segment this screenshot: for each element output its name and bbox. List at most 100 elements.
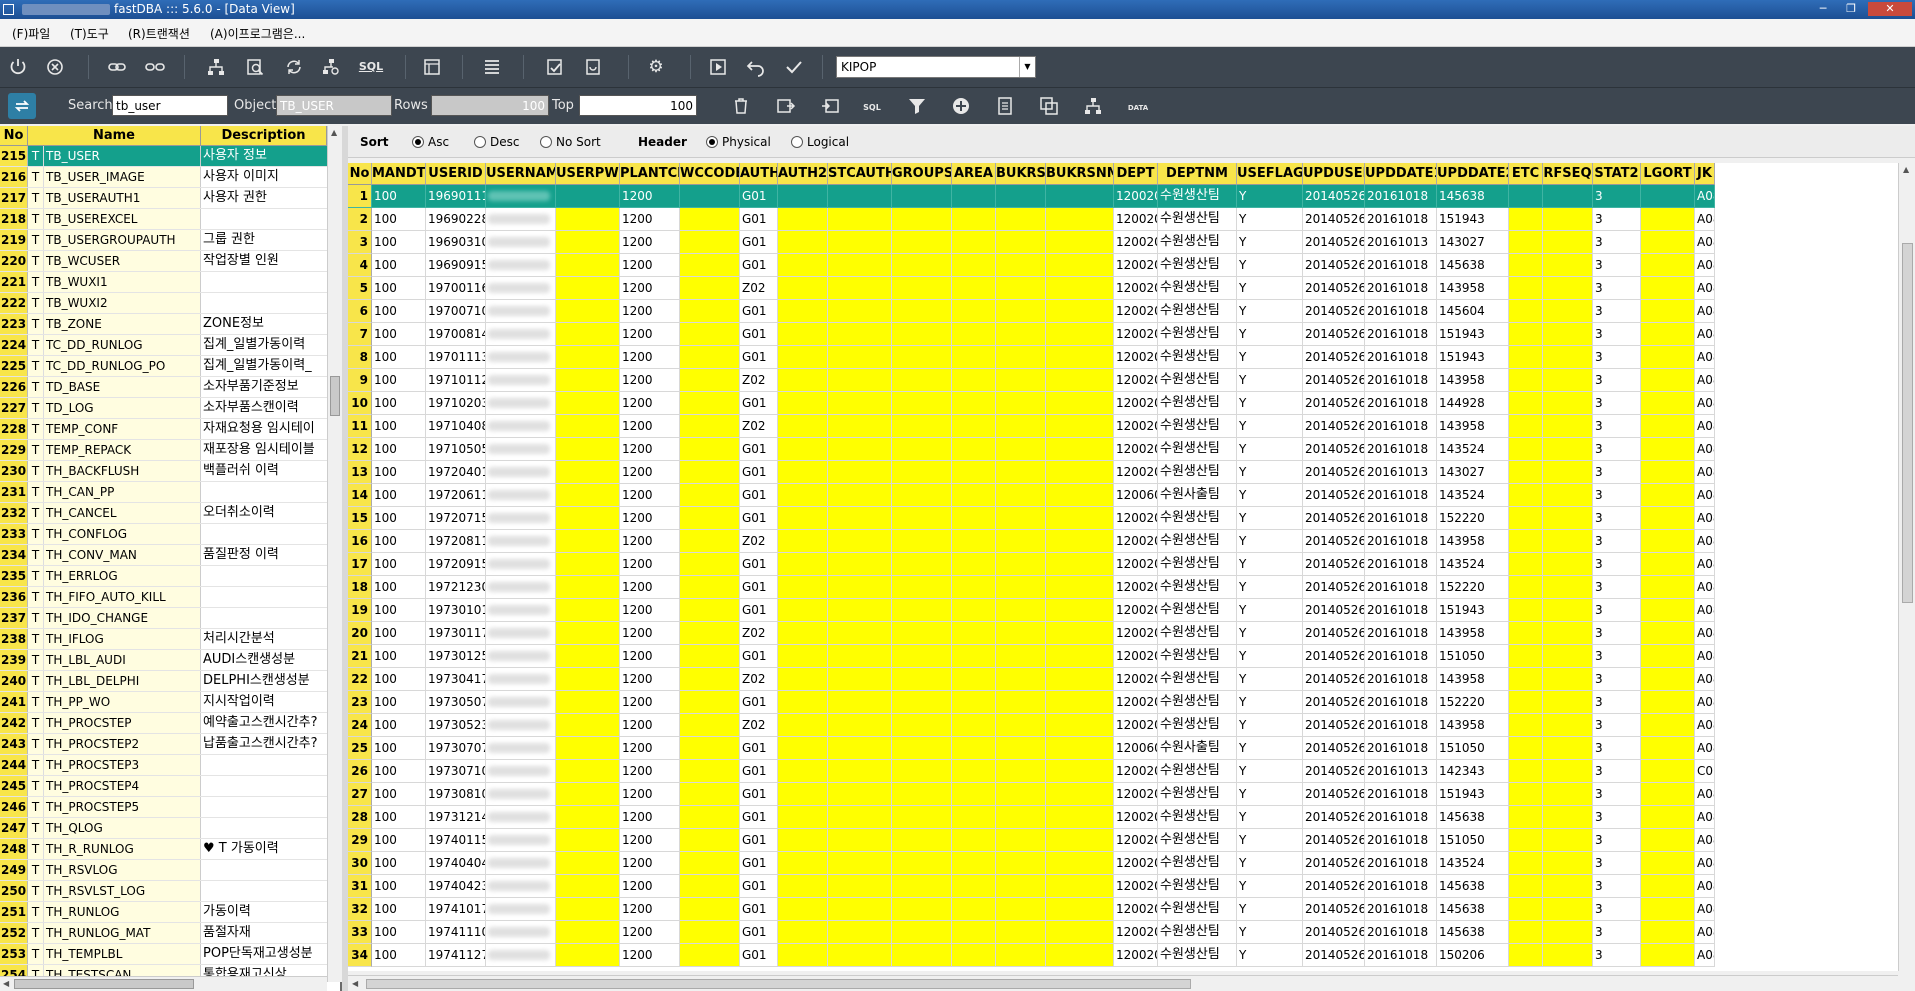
cell-username[interactable] [486, 484, 556, 507]
cell-deptnm[interactable]: 수원생산팀 [1158, 277, 1237, 300]
cell-auth2[interactable] [778, 369, 828, 392]
cell-wccode[interactable] [680, 438, 740, 461]
cell-upddate2[interactable]: 151943 [1437, 783, 1509, 806]
cell-bukrs[interactable] [996, 553, 1046, 576]
cell-userid[interactable]: 19690228 [426, 208, 486, 231]
cell-etc[interactable] [1509, 645, 1543, 668]
cell-bukrs[interactable] [996, 392, 1046, 415]
cell-stat2[interactable]: 3 [1593, 438, 1641, 461]
cell-userid[interactable]: 19741017 [426, 898, 486, 921]
cell-deptnm[interactable]: 수원생산팀 [1158, 461, 1237, 484]
cell-upddate2[interactable]: 151943 [1437, 346, 1509, 369]
cell-bukrs[interactable] [996, 898, 1046, 921]
cell-dept[interactable]: 120020 [1114, 208, 1158, 231]
table-row[interactable]: 239 T TH_LBL_AUDI AUDI스캔생성분 [0, 650, 327, 671]
cell-lgort[interactable] [1641, 438, 1695, 461]
cell-userpwd[interactable] [556, 415, 620, 438]
cell-dept[interactable]: 120020 [1114, 231, 1158, 254]
cell-userid[interactable]: 19730507 [426, 691, 486, 714]
cell-wccode[interactable] [680, 760, 740, 783]
cell-upddate2[interactable]: 142343 [1437, 760, 1509, 783]
cell-plantcd[interactable]: 1200 [620, 553, 680, 576]
table-row[interactable]: 242 T TH_PROCSTEP 예약출고스캔시간추? [0, 713, 327, 734]
cell-mandt[interactable]: 100 [372, 553, 426, 576]
cell-etc[interactable] [1509, 461, 1543, 484]
cell-auth[interactable]: G01 [740, 875, 778, 898]
cell-username[interactable] [486, 852, 556, 875]
cell-bukrsnm[interactable] [1046, 645, 1114, 668]
cell-upduser[interactable]: 20140526 [1303, 737, 1365, 760]
cell-mandt[interactable]: 100 [372, 944, 426, 967]
cell-bukrs[interactable] [996, 461, 1046, 484]
cell-rfseq[interactable] [1543, 760, 1593, 783]
table-row[interactable]: 218 T TB_USEREXCEL [0, 209, 327, 230]
cell-area[interactable] [952, 875, 996, 898]
cell-username[interactable] [486, 530, 556, 553]
cell-plantcd[interactable]: 1200 [620, 231, 680, 254]
cell-bukrsnm[interactable] [1046, 829, 1114, 852]
cell-wccode[interactable] [680, 622, 740, 645]
cell-username[interactable] [486, 829, 556, 852]
rows-input[interactable] [431, 95, 549, 116]
cell-area[interactable] [952, 714, 996, 737]
cell-groups[interactable] [892, 415, 952, 438]
link-icon[interactable] [104, 54, 130, 80]
cell-auth2[interactable] [778, 668, 828, 691]
cell-dept[interactable]: 120020 [1114, 392, 1158, 415]
cell-upddate2[interactable]: 145638 [1437, 254, 1509, 277]
cell-lgort[interactable] [1641, 783, 1695, 806]
cell-upduser[interactable]: 20140526 [1303, 530, 1365, 553]
cell-deptnm[interactable]: 수원생산팀 [1158, 875, 1237, 898]
unlink-icon[interactable] [142, 54, 168, 80]
cell-useflag[interactable]: Y [1237, 553, 1303, 576]
object-list-hscroll[interactable]: ◀ [0, 976, 327, 991]
cell-username[interactable] [486, 415, 556, 438]
cell-rfseq[interactable] [1543, 599, 1593, 622]
cell-upduser[interactable]: 20140526 [1303, 507, 1365, 530]
cell-stcauth[interactable] [828, 438, 892, 461]
col-header-wccode[interactable]: WCCODE [680, 163, 740, 185]
cell-auth[interactable]: G01 [740, 438, 778, 461]
cell-rfseq[interactable] [1543, 530, 1593, 553]
cell-groups[interactable] [892, 461, 952, 484]
cell-userid[interactable]: 19710408 [426, 415, 486, 438]
cell-etc[interactable] [1509, 921, 1543, 944]
cell-stat2[interactable]: 3 [1593, 622, 1641, 645]
cell-userpwd[interactable] [556, 829, 620, 852]
cell-stcauth[interactable] [828, 576, 892, 599]
cell-groups[interactable] [892, 921, 952, 944]
cell-auth2[interactable] [778, 898, 828, 921]
cell-bukrs[interactable] [996, 783, 1046, 806]
cell-dept[interactable]: 120020 [1114, 576, 1158, 599]
cell-lgort[interactable] [1641, 277, 1695, 300]
col-header-etc[interactable]: ETC [1509, 163, 1543, 185]
table-row[interactable]: 246 T TH_PROCSTEP5 [0, 797, 327, 818]
cell-mandt[interactable]: 100 [372, 645, 426, 668]
cell-etc[interactable] [1509, 438, 1543, 461]
cell-upddate1[interactable]: 20161013 [1365, 231, 1437, 254]
table-row[interactable]: 240 T TH_LBL_DELPHI DELPHI스캔생성분 [0, 671, 327, 692]
col-header-rfseq[interactable]: RFSEQ [1543, 163, 1593, 185]
cell-auth2[interactable] [778, 346, 828, 369]
minimize-button[interactable]: ─ [1812, 2, 1834, 16]
table-row[interactable]: 24 100 19730523 1200 Z02 120020 수원생산팀 Y 20140526… [348, 714, 1715, 737]
cell-upddate2[interactable]: 145638 [1437, 898, 1509, 921]
cell-jk[interactable]: A08 [1695, 277, 1715, 300]
table-row[interactable]: 29 100 19740115 1200 G01 120020 수원생산팀 Y 20140526… [348, 829, 1715, 852]
cell-stat2[interactable]: 3 [1593, 898, 1641, 921]
cell-bukrs[interactable] [996, 323, 1046, 346]
cell-area[interactable] [952, 737, 996, 760]
cell-bukrsnm[interactable] [1046, 254, 1114, 277]
cell-jk[interactable]: A08 [1695, 185, 1715, 208]
cell-useflag[interactable]: Y [1237, 852, 1303, 875]
cell-bukrs[interactable] [996, 484, 1046, 507]
cell-groups[interactable] [892, 438, 952, 461]
cell-username[interactable] [486, 438, 556, 461]
cell-deptnm[interactable]: 수원생산팀 [1158, 392, 1237, 415]
cell-wccode[interactable] [680, 576, 740, 599]
cell-jk[interactable]: A08 [1695, 369, 1715, 392]
cell-useflag[interactable]: Y [1237, 208, 1303, 231]
cell-upddate1[interactable]: 20161018 [1365, 714, 1437, 737]
cell-stcauth[interactable] [828, 622, 892, 645]
cell-bukrs[interactable] [996, 875, 1046, 898]
